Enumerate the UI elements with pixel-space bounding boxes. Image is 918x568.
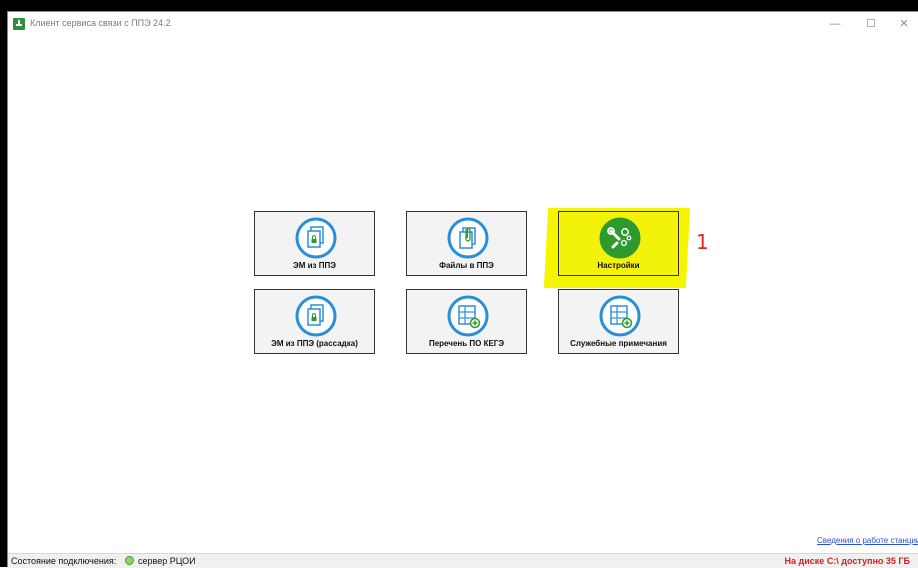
tile-label: Настройки bbox=[597, 261, 640, 270]
tile-label: Файлы в ППЭ bbox=[439, 261, 494, 270]
tile-em-from-ppe[interactable]: ЭМ из ППЭ bbox=[254, 211, 375, 276]
title-bar: Клиент сервиса связи с ППЭ 24.2 — ☐ ✕ bbox=[8, 12, 918, 36]
server-name: сервер РЦОИ bbox=[138, 556, 196, 566]
close-button[interactable]: ✕ bbox=[892, 17, 916, 31]
screen-edge-top bbox=[0, 0, 918, 11]
encrypted-docs-icon bbox=[295, 217, 337, 259]
disk-space-warning: На диске C:\ доступно 35 ГБ bbox=[784, 556, 910, 566]
window-title: Клиент сервиса связи с ППЭ 24.2 bbox=[30, 18, 171, 28]
annotation-number: 1 bbox=[696, 230, 709, 254]
tile-label: Служебные примечания bbox=[570, 339, 667, 348]
tile-service-notes[interactable]: Служебные примечания bbox=[558, 289, 679, 354]
app-download-icon bbox=[13, 18, 25, 30]
encrypted-docs-icon bbox=[295, 295, 337, 337]
tile-kege-software-list[interactable]: Перечень ПО КЕГЭ bbox=[406, 289, 527, 354]
tile-label: ЭМ из ППЭ (рассадка) bbox=[271, 339, 358, 348]
screen-edge-left bbox=[0, 0, 7, 567]
maximize-button[interactable]: ☐ bbox=[859, 17, 883, 31]
tile-em-from-ppe-seating[interactable]: ЭМ из ППЭ (рассадка) bbox=[254, 289, 375, 354]
tile-files-to-ppe[interactable]: Файлы в ППЭ bbox=[406, 211, 527, 276]
attachment-docs-icon bbox=[447, 217, 489, 259]
settings-tools-icon bbox=[599, 217, 641, 259]
table-add-icon bbox=[447, 295, 489, 337]
tile-label: ЭМ из ППЭ bbox=[293, 261, 336, 270]
connection-status-icon bbox=[125, 556, 134, 565]
minimize-button[interactable]: — bbox=[823, 17, 847, 31]
status-bar: Состояние подключения: сервер РЦОИ На ди… bbox=[8, 553, 918, 568]
station-info-link[interactable]: Сведения о работе станции bbox=[817, 536, 918, 545]
tile-label: Перечень ПО КЕГЭ bbox=[428, 339, 505, 348]
connection-status-label: Состояние подключения: bbox=[11, 556, 117, 566]
table-add-icon bbox=[599, 295, 641, 337]
tile-settings[interactable]: Настройки bbox=[558, 211, 679, 276]
